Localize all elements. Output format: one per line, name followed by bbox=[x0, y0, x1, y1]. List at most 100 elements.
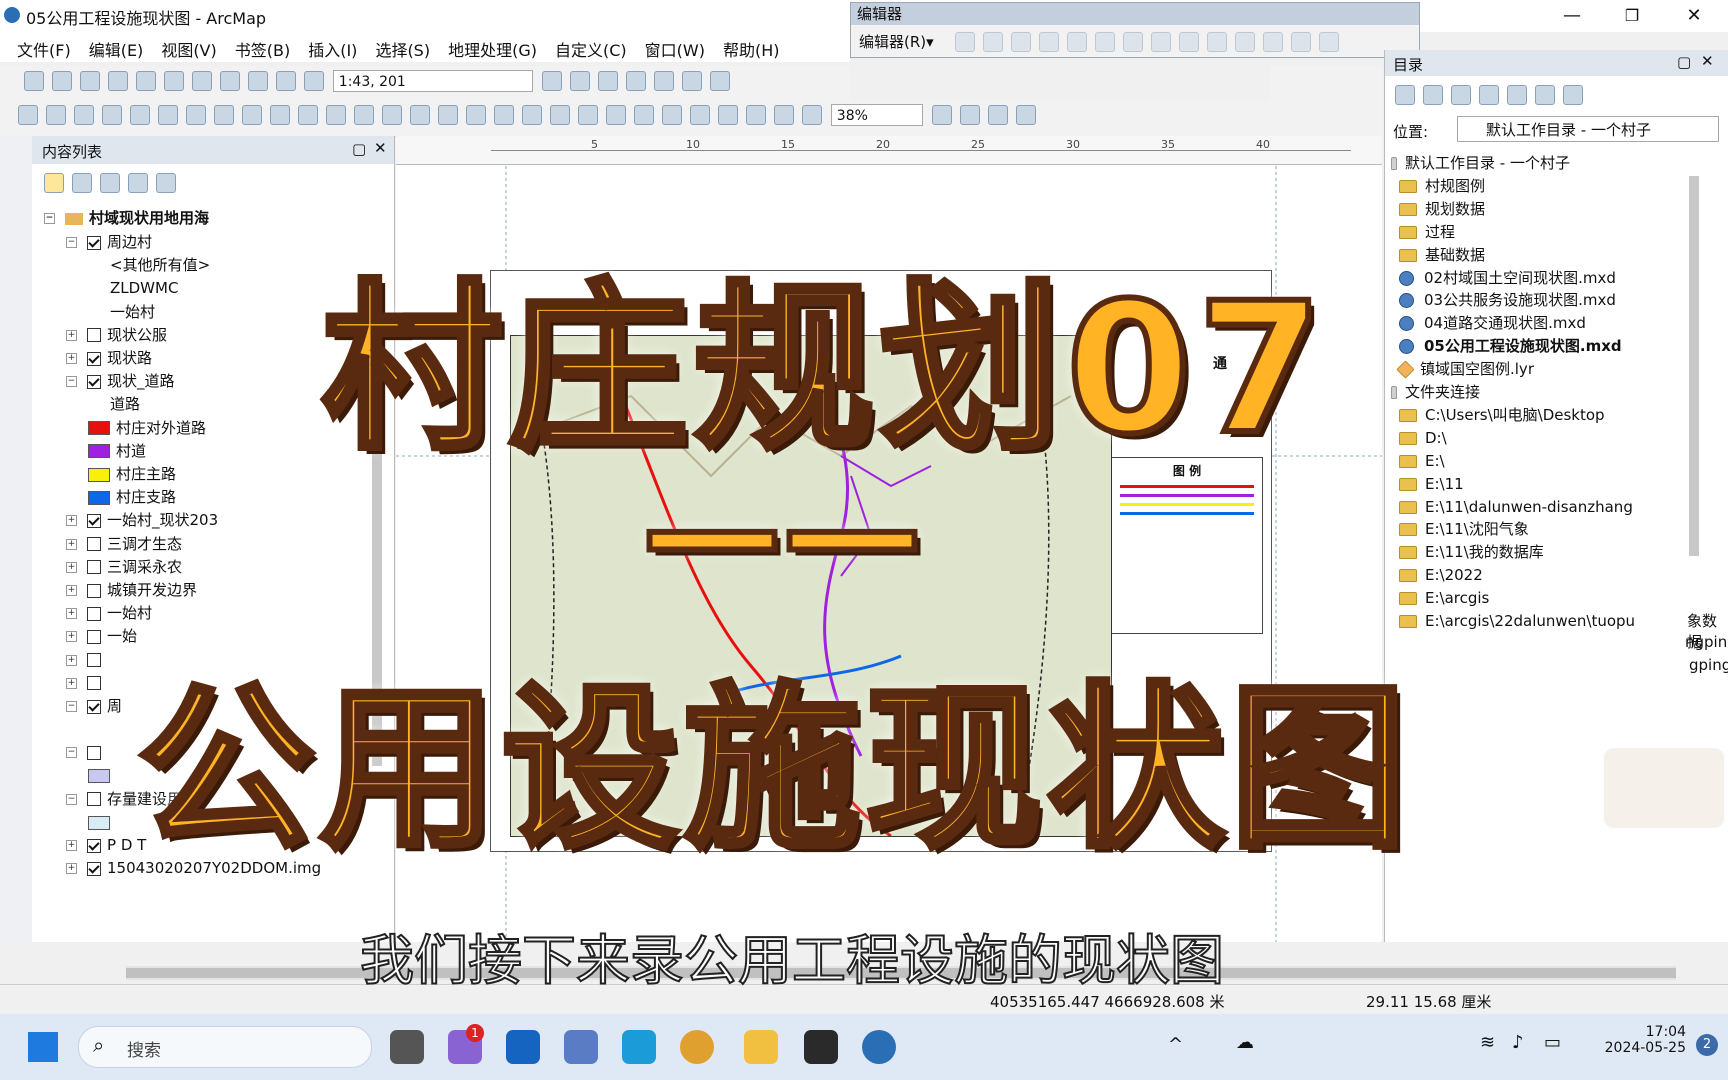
file-explorer-icon[interactable] bbox=[744, 1030, 778, 1064]
html-popup-icon[interactable] bbox=[382, 105, 402, 125]
arctoolbox-icon[interactable] bbox=[653, 71, 674, 91]
rotate-icon[interactable] bbox=[1235, 32, 1255, 52]
clock[interactable]: 17:04 2024-05-25 bbox=[1586, 1024, 1686, 1056]
menu-file[interactable]: 文件(F) bbox=[8, 32, 80, 61]
toc-layer-row[interactable]: + 一始 bbox=[66, 624, 137, 648]
point-icon[interactable] bbox=[1095, 32, 1115, 52]
menu-selection[interactable]: 选择(S) bbox=[366, 32, 439, 61]
map-scale-select[interactable]: 1:43, 201 bbox=[332, 70, 533, 92]
time-slider-icon[interactable] bbox=[522, 105, 542, 125]
edit-annotation-icon[interactable] bbox=[983, 32, 1003, 52]
layout-zoom-select[interactable]: 38% bbox=[830, 104, 923, 126]
layer-visibility-checkbox[interactable] bbox=[87, 676, 101, 691]
toc-layer-row[interactable] bbox=[88, 764, 116, 788]
layout-fixed-zoom-out-icon[interactable] bbox=[746, 105, 766, 125]
collapse-icon[interactable]: − bbox=[66, 701, 77, 712]
expand-icon[interactable]: + bbox=[66, 840, 77, 852]
layer-visibility-checkbox[interactable] bbox=[87, 513, 101, 528]
battery-icon[interactable]: ▭ bbox=[1544, 1032, 1561, 1053]
edit-tool-icon[interactable] bbox=[955, 32, 975, 52]
list-by-source-icon[interactable] bbox=[72, 173, 92, 193]
collapse-icon[interactable]: − bbox=[66, 237, 77, 248]
catalog-icon[interactable] bbox=[597, 71, 618, 91]
connect-folder-icon[interactable] bbox=[1507, 85, 1527, 105]
forward-arrow-icon[interactable] bbox=[1423, 85, 1443, 105]
chevron-up-icon[interactable]: ^ bbox=[1168, 1034, 1183, 1055]
toc-layer-row[interactable]: − 现状_道路 bbox=[66, 369, 175, 393]
expand-icon[interactable]: + bbox=[66, 515, 77, 527]
attributes-icon[interactable] bbox=[1263, 32, 1283, 52]
catalog-item[interactable]: 02村域国土空间现状图.mxd bbox=[1399, 267, 1616, 290]
toc-layer-row[interactable]: + 一始村_现状203 bbox=[66, 508, 218, 532]
create-features-icon[interactable] bbox=[1319, 32, 1339, 52]
layer-visibility-checkbox[interactable] bbox=[87, 606, 101, 621]
cut-icon[interactable] bbox=[136, 71, 156, 91]
menu-bookmarks[interactable]: 书签(B) bbox=[226, 32, 299, 61]
undo-icon[interactable] bbox=[248, 71, 268, 91]
toc-pin-icon[interactable]: ▢ bbox=[352, 140, 366, 158]
new-item-icon[interactable] bbox=[1563, 85, 1583, 105]
pan-icon[interactable] bbox=[74, 105, 94, 125]
catalog-item[interactable]: 镇域国空图例.lyr bbox=[1396, 358, 1534, 381]
toc-layer-row[interactable] bbox=[88, 810, 116, 834]
redo-icon[interactable] bbox=[276, 71, 296, 91]
expand-icon[interactable]: + bbox=[66, 353, 77, 364]
toc-layer-row[interactable]: − 周 bbox=[66, 694, 122, 718]
zoom-out-icon[interactable] bbox=[46, 105, 66, 125]
python-icon[interactable] bbox=[681, 71, 702, 91]
toc-layer-row[interactable]: 道路 bbox=[110, 392, 140, 416]
reshape-icon[interactable] bbox=[1151, 32, 1171, 52]
trace-icon[interactable] bbox=[1067, 32, 1087, 52]
catalog-item[interactable]: 村规图例 bbox=[1399, 175, 1485, 198]
toggle-draft-icon[interactable] bbox=[931, 105, 952, 125]
expand-icon[interactable]: + bbox=[66, 329, 77, 341]
catalog-item[interactable]: E:\11\dalunwen-disanzhang bbox=[1399, 496, 1633, 519]
catalog-item[interactable]: E:\arcgis bbox=[1399, 587, 1489, 610]
zoom-100-icon[interactable] bbox=[690, 105, 710, 125]
toc-layer-row[interactable]: + bbox=[66, 648, 107, 672]
catalog-pin-icon[interactable]: ▢ bbox=[1677, 53, 1691, 71]
table-icon[interactable] bbox=[569, 71, 590, 91]
focus-data-frame-icon[interactable] bbox=[959, 105, 980, 125]
toc-layer-row[interactable]: − bbox=[66, 740, 107, 764]
layer-visibility-checkbox[interactable] bbox=[87, 699, 101, 714]
collapse-icon[interactable]: − bbox=[66, 793, 77, 805]
print-icon[interactable] bbox=[108, 71, 128, 91]
menu-help[interactable]: 帮助(H) bbox=[714, 32, 789, 61]
cloud-icon[interactable]: ☁ bbox=[1236, 1032, 1254, 1053]
toc-layer-row[interactable]: + 现状公服 bbox=[66, 323, 167, 347]
catalog-item[interactable]: E:\11\沈阳气象 bbox=[1399, 518, 1529, 541]
model-builder-icon[interactable] bbox=[709, 71, 730, 91]
paste-icon[interactable] bbox=[192, 71, 212, 91]
go-to-xy-icon[interactable] bbox=[494, 105, 514, 125]
expand-icon[interactable]: + bbox=[66, 538, 77, 550]
find-icon[interactable] bbox=[438, 105, 458, 125]
layer-visibility-checkbox[interactable] bbox=[87, 537, 101, 552]
toc-layer-row[interactable]: + 三调才生态 bbox=[66, 532, 182, 556]
list-by-drawing-order-icon[interactable] bbox=[44, 173, 64, 193]
clear-selection-icon[interactable] bbox=[270, 105, 290, 125]
catalog-item[interactable]: 03公共服务设施现状图.mxd bbox=[1399, 289, 1616, 312]
list-by-visibility-icon[interactable] bbox=[100, 173, 120, 193]
change-layout-icon[interactable] bbox=[987, 105, 1008, 125]
expand-icon[interactable]: + bbox=[66, 863, 77, 875]
straight-segment-icon[interactable] bbox=[1011, 32, 1031, 52]
close-button[interactable]: ✕ bbox=[1666, 2, 1722, 30]
open-folder-icon[interactable] bbox=[52, 71, 72, 91]
toc-layer-row[interactable]: ZLDWMC bbox=[110, 276, 178, 300]
layer-visibility-checkbox[interactable] bbox=[87, 351, 101, 366]
catalog-item[interactable]: E:\arcgis\22dalunwen\tuopu bbox=[1399, 610, 1635, 633]
menu-geoprocessing[interactable]: 地理处理(G) bbox=[439, 32, 546, 61]
layer-visibility-checkbox[interactable] bbox=[87, 583, 101, 598]
math-app-icon[interactable] bbox=[564, 1030, 598, 1064]
catalog-scrollbar[interactable] bbox=[1689, 176, 1699, 556]
catalog-item[interactable]: E:\2022 bbox=[1399, 564, 1483, 587]
toc-layer-row[interactable]: − 周边村 bbox=[66, 230, 152, 254]
layout-pan-icon[interactable] bbox=[634, 105, 654, 125]
cut-polygons-icon[interactable] bbox=[1179, 32, 1199, 52]
catalog-item[interactable]: E:\11 bbox=[1399, 473, 1464, 496]
catalog-item[interactable]: 基础数据 bbox=[1399, 244, 1485, 267]
layout-fixed-zoom-in-icon[interactable] bbox=[718, 105, 738, 125]
catalog-item[interactable]: D:\ bbox=[1399, 427, 1447, 450]
toc-layer-row[interactable]: + 城镇开发边界 bbox=[66, 578, 197, 602]
